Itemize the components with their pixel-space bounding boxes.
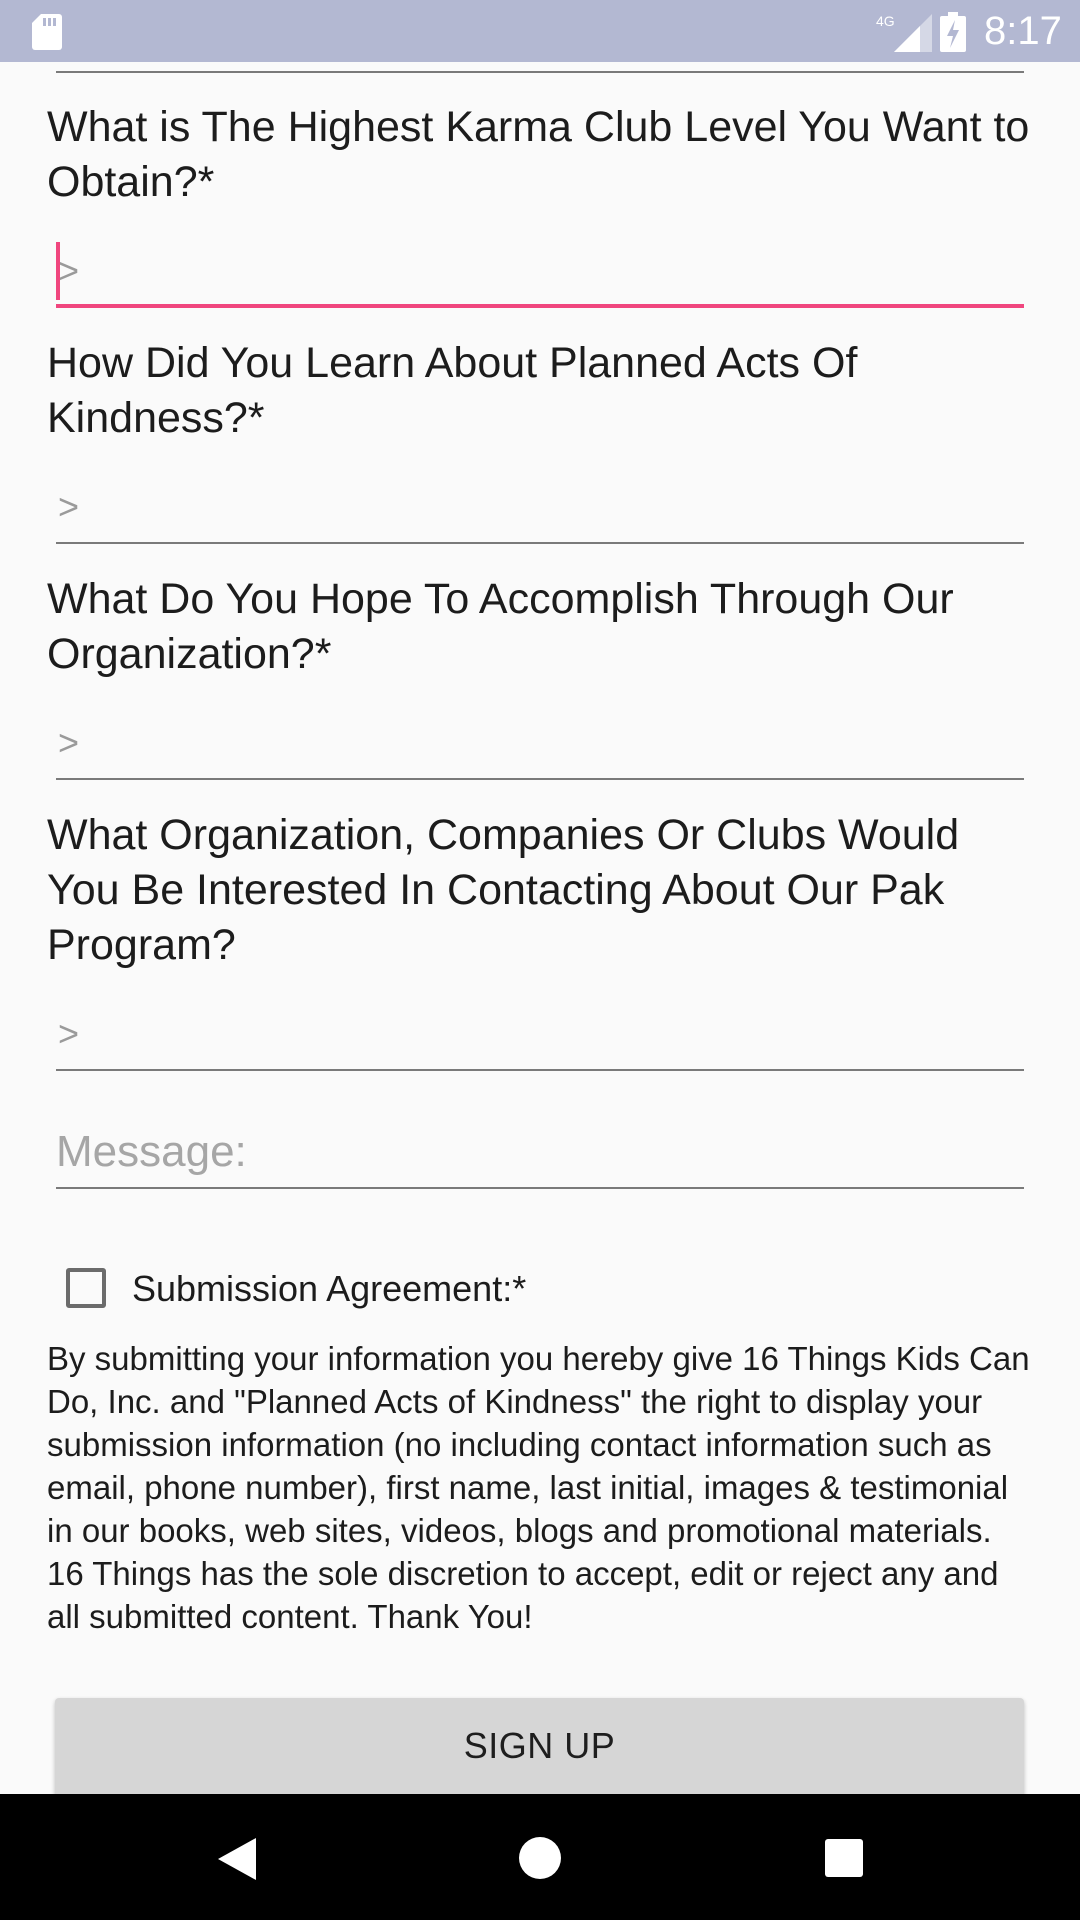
home-icon[interactable]: [518, 1836, 562, 1880]
learn-about-input[interactable]: >: [56, 474, 1024, 544]
question-karma-level: What is The Highest Karma Club Level You…: [47, 103, 1030, 206]
accomplish-input[interactable]: >: [56, 710, 1024, 780]
karma-level-input[interactable]: >: [56, 238, 1024, 308]
previous-field-underline: [56, 71, 1024, 73]
cell-signal-icon: 4G: [876, 13, 932, 52]
submission-agreement-row[interactable]: Submission Agreement:*: [64, 1266, 964, 1316]
input-prompt: >: [58, 250, 80, 291]
battery-charging-icon: [940, 12, 966, 52]
question-organizations: What Organization, Companies Or Clubs Wo…: [47, 811, 960, 969]
navigation-bar: [0, 1794, 1080, 1920]
signup-form: What is The Highest Karma Club Level You…: [0, 62, 1080, 1794]
status-bar: 4G 8:17: [0, 0, 1080, 62]
message-placeholder: Message:: [56, 1127, 247, 1176]
sign-up-button[interactable]: SIGN UP: [55, 1698, 1024, 1794]
text-cursor: [56, 242, 60, 300]
agreement-text: By submitting your information you hereb…: [47, 1340, 1030, 1635]
input-prompt: >: [58, 1013, 80, 1054]
question-accomplish: What Do You Hope To Accomplish Through O…: [47, 575, 954, 678]
submission-agreement-checkbox[interactable]: [66, 1268, 106, 1308]
question-learn-about: How Did You Learn About Planned Acts Of …: [47, 339, 858, 442]
sd-card-icon: [32, 14, 62, 50]
organizations-input[interactable]: >: [56, 1001, 1024, 1071]
recents-icon[interactable]: [824, 1838, 864, 1878]
network-type-label: 4G: [876, 13, 895, 29]
back-icon[interactable]: [214, 1836, 258, 1882]
input-prompt: >: [58, 722, 80, 763]
input-prompt: >: [58, 486, 80, 527]
submission-agreement-label[interactable]: Submission Agreement:*: [132, 1266, 526, 1312]
message-input[interactable]: Message:: [56, 1119, 1024, 1189]
status-clock: 8:17: [984, 9, 1062, 53]
